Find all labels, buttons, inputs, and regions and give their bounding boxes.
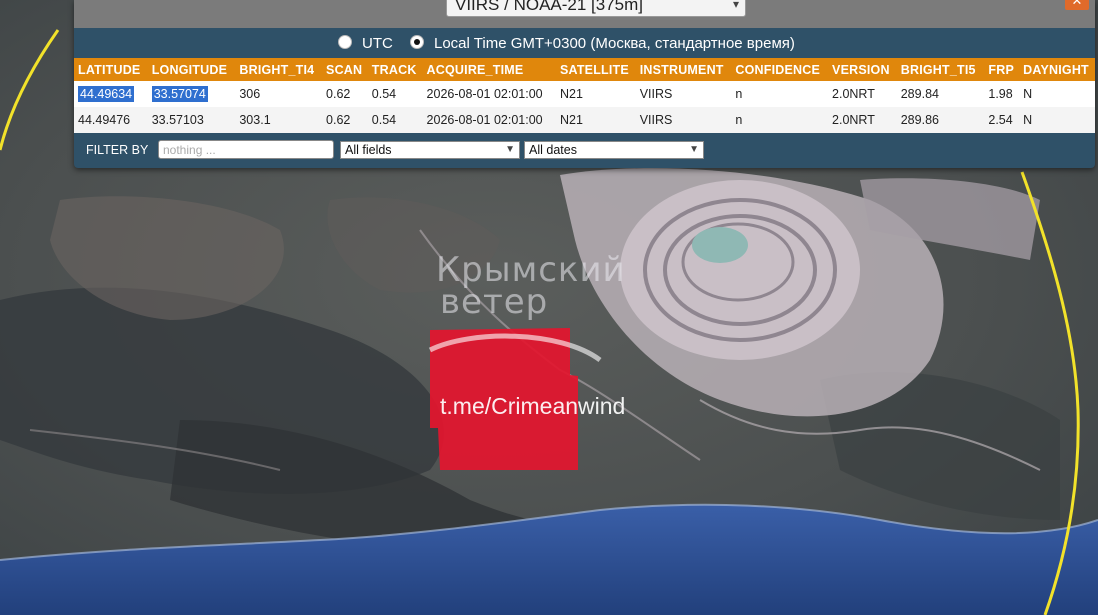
radio-local-time[interactable] bbox=[410, 35, 424, 49]
date-select-value: All dates bbox=[529, 143, 577, 157]
cell: 2026-08-01 02:01:00 bbox=[422, 81, 556, 107]
radio-utc[interactable] bbox=[338, 35, 352, 49]
popup-title-bar: VIIRS / NOAA-21 [375m] ▾ ✕ bbox=[74, 0, 1095, 28]
watermark-line2: ветер bbox=[440, 282, 549, 322]
col-header[interactable]: LONGITUDE bbox=[147, 58, 236, 81]
cell: 0.54 bbox=[367, 81, 423, 107]
table-header-row: LATITUDE LONGITUDE BRIGHT_TI4 SCAN TRACK… bbox=[74, 58, 1095, 81]
cell: N21 bbox=[555, 107, 636, 133]
chevron-down-icon: ▼ bbox=[505, 144, 515, 155]
cell: 0.62 bbox=[322, 81, 368, 107]
col-header[interactable]: TRACK bbox=[367, 58, 423, 81]
cell: 44.49634 bbox=[74, 81, 148, 107]
cell: VIIRS bbox=[635, 81, 732, 107]
cell: 33.57103 bbox=[147, 107, 236, 133]
cell: 2.54 bbox=[984, 107, 1020, 133]
col-header[interactable]: ACQUIRE_TIME bbox=[422, 58, 556, 81]
cell: 306 bbox=[235, 81, 323, 107]
time-zone-selector: UTC Local Time GMT+0300 (Москва, стандар… bbox=[74, 31, 1095, 55]
cell: 303.1 bbox=[235, 107, 323, 133]
cell: N21 bbox=[555, 81, 636, 107]
cell: 44.49476 bbox=[74, 107, 148, 133]
source-select-value: VIIRS / NOAA-21 [375m] bbox=[455, 0, 644, 14]
hotspot-table: LATITUDE LONGITUDE BRIGHT_TI4 SCAN TRACK… bbox=[74, 58, 1095, 133]
cell: VIIRS bbox=[635, 107, 732, 133]
field-select-value: All fields bbox=[345, 143, 392, 157]
close-button[interactable]: ✕ bbox=[1065, 0, 1089, 10]
table-row[interactable]: 44.49476 33.57103 303.1 0.62 0.54 2026-0… bbox=[74, 107, 1095, 133]
col-header[interactable]: SATELLITE bbox=[555, 58, 636, 81]
filter-bar: FILTER BY nothing ... All fields ▼ All d… bbox=[74, 140, 1095, 164]
col-header[interactable]: BRIGHT_TI4 bbox=[235, 58, 323, 81]
hotspot-info-popup: VIIRS / NOAA-21 [375m] ▾ ✕ UTC Local Tim… bbox=[74, 0, 1095, 168]
cell: N bbox=[1019, 107, 1095, 133]
date-select[interactable]: All dates ▼ bbox=[524, 141, 704, 159]
quarry-pit bbox=[620, 180, 860, 360]
cell: 33.57074 bbox=[147, 81, 236, 107]
chevron-down-icon: ▼ bbox=[689, 144, 699, 155]
chevron-down-icon: ▾ bbox=[732, 0, 739, 11]
col-header[interactable]: CONFIDENCE bbox=[731, 58, 829, 81]
radio-local-time-label[interactable]: Local Time GMT+0300 (Москва, стандартное… bbox=[434, 35, 795, 52]
cell-selected[interactable]: 44.49634 bbox=[78, 86, 135, 102]
cell: 2026-08-01 02:01:00 bbox=[422, 107, 556, 133]
cell: n bbox=[731, 107, 829, 133]
col-header[interactable]: BRIGHT_TI5 bbox=[896, 58, 985, 81]
cell: 1.98 bbox=[984, 81, 1020, 107]
cell: 289.84 bbox=[896, 81, 985, 107]
cell: N bbox=[1019, 81, 1095, 107]
filter-input[interactable]: nothing ... bbox=[158, 140, 334, 159]
col-header[interactable]: VERSION bbox=[828, 58, 897, 81]
cell: 2.0NRT bbox=[828, 81, 897, 107]
filter-label: FILTER BY bbox=[86, 143, 149, 157]
cell: 2.0NRT bbox=[828, 107, 897, 133]
radio-utc-label[interactable]: UTC bbox=[362, 35, 393, 52]
col-header[interactable]: FRP bbox=[984, 58, 1020, 81]
col-header[interactable]: SCAN bbox=[322, 58, 368, 81]
cell-selected[interactable]: 33.57074 bbox=[151, 86, 208, 102]
watermark-url: t.me/Crimeanwind bbox=[440, 393, 626, 419]
cell: 289.86 bbox=[896, 107, 985, 133]
source-select[interactable]: VIIRS / NOAA-21 [375m] ▾ bbox=[446, 0, 746, 17]
col-header[interactable]: INSTRUMENT bbox=[635, 58, 732, 81]
table-row[interactable]: 44.49634 33.57074 306 0.62 0.54 2026-08-… bbox=[74, 81, 1095, 107]
cell: n bbox=[731, 81, 829, 107]
field-select[interactable]: All fields ▼ bbox=[340, 141, 520, 159]
col-header[interactable]: DAYNIGHT bbox=[1019, 58, 1095, 81]
col-header[interactable]: LATITUDE bbox=[74, 58, 148, 81]
quarry-water bbox=[692, 227, 748, 263]
cell: 0.62 bbox=[322, 107, 368, 133]
cell: 0.54 bbox=[367, 107, 423, 133]
